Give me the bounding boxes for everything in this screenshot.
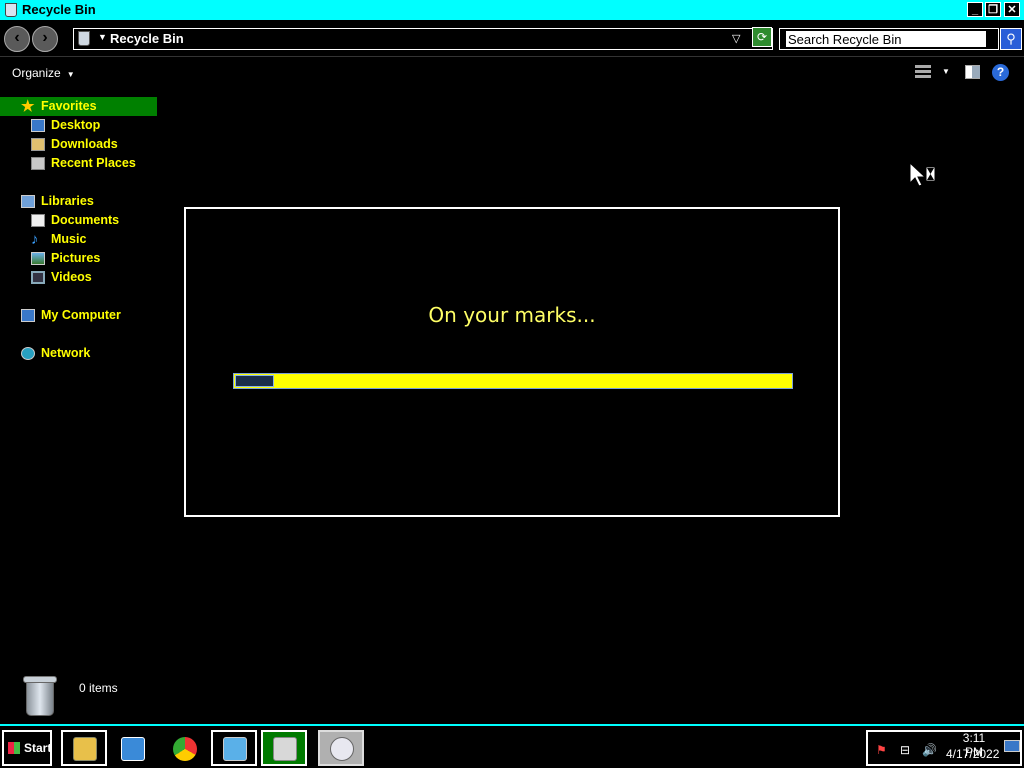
search-icon[interactable]: ⚲ — [1000, 28, 1022, 50]
sidebar-item-videos[interactable]: Videos — [0, 268, 157, 287]
clock-date[interactable]: 4/17/2022 — [946, 747, 999, 761]
action-center-flag-icon[interactable]: ⚑ — [876, 744, 890, 756]
progress-track-fill — [234, 374, 792, 388]
sidebar-item-network[interactable]: Network — [0, 344, 157, 363]
desktop-icon — [31, 119, 45, 132]
maximize-button[interactable]: ❐ — [985, 2, 1001, 17]
start-button[interactable]: Start — [2, 730, 52, 766]
recycle-bin-large-icon — [23, 676, 57, 718]
window-title: Recycle Bin — [22, 2, 96, 17]
installer-icon — [273, 737, 297, 761]
chrome-icon — [173, 737, 197, 761]
recycle-bin-icon — [5, 3, 17, 17]
help-icon[interactable]: ? — [992, 64, 1009, 81]
command-bar: Organize ▼ ▼ ? — [0, 58, 1024, 88]
breadcrumb-arrow-icon[interactable]: ▼ — [98, 32, 107, 42]
breadcrumb[interactable]: Recycle Bin — [110, 31, 184, 46]
address-bar[interactable]: ▼ Recycle Bin ▽ — [73, 28, 773, 50]
busy-cursor-icon — [909, 161, 936, 187]
organize-label: Organize — [12, 66, 61, 80]
taskbar-chrome-button[interactable] — [161, 730, 207, 766]
videos-icon — [31, 271, 45, 284]
address-dropdown-icon[interactable]: ▽ — [732, 32, 740, 45]
taskbar-setup-button[interactable] — [318, 730, 364, 766]
sidebar-item-recent-places[interactable]: Recent Places — [0, 154, 157, 173]
sidebar-item-music[interactable]: ♪ Music — [0, 230, 157, 249]
downloads-icon — [31, 138, 45, 151]
taskbar-installer-button[interactable] — [261, 730, 307, 766]
sidebar-item-my-computer[interactable]: My Computer — [0, 306, 157, 325]
minimize-button[interactable]: _ — [967, 2, 983, 17]
preview-pane-icon[interactable] — [965, 65, 980, 79]
refresh-button[interactable]: ⟳ — [752, 27, 772, 47]
sidebar-item-pictures[interactable]: Pictures — [0, 249, 157, 268]
sidebar-item-favorites[interactable]: ★ Favorites — [0, 97, 157, 116]
title-bar: Recycle Bin _ ❐ ✕ — [0, 0, 1024, 20]
chevron-down-icon: ▼ — [66, 70, 75, 79]
recycle-bin-icon — [78, 31, 90, 46]
search-box[interactable] — [779, 28, 999, 50]
progress-bar — [233, 373, 793, 389]
documents-icon — [31, 214, 45, 227]
sidebar-item-downloads[interactable]: Downloads — [0, 135, 157, 154]
pictures-icon — [31, 252, 45, 265]
progress-indicator — [235, 375, 274, 387]
music-icon: ♪ — [31, 231, 39, 248]
taskbar: Start ⚑ ⊟ 🔊 — [0, 724, 1024, 768]
sidebar-item-libraries[interactable]: Libraries — [0, 192, 157, 211]
volume-icon[interactable]: 🔊 — [922, 744, 937, 756]
sidebar-item-desktop[interactable]: Desktop — [0, 116, 157, 135]
forward-button[interactable]: › — [32, 26, 58, 52]
chevron-down-icon[interactable]: ▼ — [942, 67, 950, 76]
recent-places-icon — [31, 157, 45, 170]
windows-logo-icon — [8, 742, 20, 754]
view-options-icon[interactable] — [915, 65, 931, 79]
sidebar-item-documents[interactable]: Documents — [0, 211, 157, 230]
close-button[interactable]: ✕ — [1004, 2, 1020, 17]
progress-dialog: On your marks... — [184, 207, 840, 517]
taskbar-explorer-button[interactable] — [61, 730, 107, 766]
taskbar-control-panel-button[interactable] — [211, 730, 257, 766]
back-button[interactable]: ‹ — [4, 26, 30, 52]
taskbar-media-player-button[interactable] — [109, 730, 155, 766]
network-tray-icon[interactable]: ⊟ — [900, 744, 914, 756]
status-message: On your marks... — [428, 303, 596, 327]
control-panel-icon — [223, 737, 247, 761]
show-desktop-icon[interactable] — [1004, 740, 1020, 752]
item-count: 0 items — [79, 681, 118, 695]
search-input[interactable] — [786, 31, 986, 47]
start-label: Start — [24, 741, 52, 755]
disc-icon — [330, 737, 354, 761]
star-icon: ★ — [21, 98, 35, 115]
media-player-icon — [121, 737, 145, 761]
libraries-icon — [21, 195, 35, 208]
network-icon — [21, 347, 35, 360]
organize-menu[interactable]: Organize ▼ — [12, 66, 75, 80]
folder-icon — [73, 737, 97, 761]
computer-icon — [21, 309, 35, 322]
